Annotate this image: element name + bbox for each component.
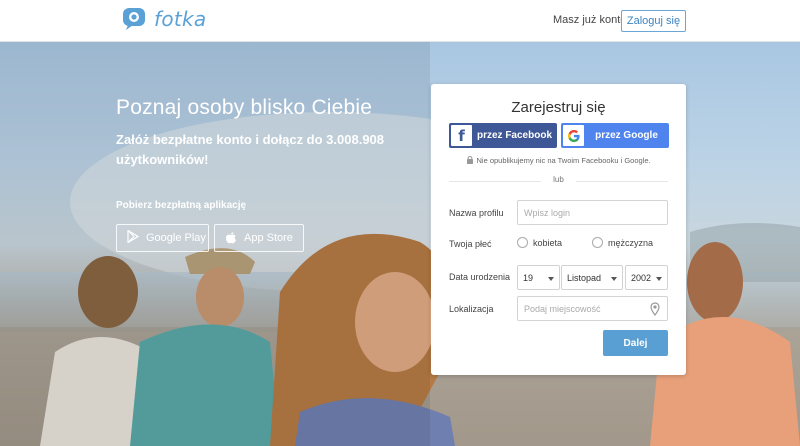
radio-circle[interactable] [517,237,528,248]
next-button[interactable]: Dalej [603,330,668,356]
hero-subtitle: Załóż bezpłatne konto i dołącz do 3.008.… [116,132,385,167]
gender-female-radio[interactable]: kobieta [517,237,562,248]
registration-title: Zarejestruj się [511,99,606,116]
privacy-note: Nie opublikujemy nic na Twoim Facebooku … [431,155,686,165]
google-register-button[interactable]: przez Google [561,123,669,148]
chevron-down-icon [656,277,662,281]
birth-year-value: 2002 [631,272,652,283]
gender-male-radio[interactable]: mężczyzna [592,237,653,248]
chevron-down-icon [548,277,554,281]
lock-icon [466,156,476,165]
or-label: lub [541,175,576,184]
app-store-button[interactable]: App Store [214,224,304,252]
gender-male-label: mężczyzna [608,237,654,248]
facebook-register-button[interactable]: f przez Facebook [449,123,557,148]
google-play-icon [127,229,140,246]
birth-year-select[interactable]: 2002 [625,265,668,290]
location-input[interactable]: Podaj miejscowość [517,296,668,321]
facebook-icon: f [451,125,472,146]
birth-month-value: Listopad [567,272,602,283]
apple-icon [225,230,237,247]
location-placeholder: Podaj miejscowość [524,303,601,314]
gender-label: Twoja płeć [449,239,492,249]
logo[interactable]: fotka [122,7,206,31]
birth-date-label: Data urodzenia [449,272,511,282]
top-bar: fotka Masz już konto? Zaloguj się [0,0,800,42]
app-download-label: Pobierz bezpłatną aplikację [116,200,247,211]
logo-text: fotka [154,7,207,31]
facebook-button-label: przez Facebook [476,130,553,141]
profile-name-input[interactable]: Wpisz login [517,200,668,225]
login-button[interactable]: Zaloguj się [621,10,686,32]
fotka-logo-icon [122,7,148,31]
hero-section: Poznaj osoby blisko Ciebie Załóż bezpłat… [0,42,800,446]
app-store-label: App Store [244,232,293,244]
hero-title: Poznaj osoby blisko Ciebie [116,96,373,119]
privacy-note-text: Nie opublikujemy nic na Twoim Facebooku … [476,156,651,165]
birth-day-select[interactable]: 19 [517,265,560,290]
radio-circle[interactable] [592,237,603,248]
registration-card: Zarejestruj się f przez Facebook przez G… [431,84,686,375]
location-pin-icon[interactable] [650,302,660,318]
profile-name-label: Nazwa profilu [449,208,504,218]
birth-day-value: 19 [523,272,534,283]
location-label: Lokalizacja [449,304,494,314]
gender-female-label: kobieta [533,237,563,248]
google-play-button[interactable]: Google Play [116,224,209,252]
chevron-down-icon [611,277,617,281]
birth-month-select[interactable]: Listopad [561,265,623,290]
google-icon [563,125,584,146]
google-play-label: Google Play [146,232,206,244]
google-button-label: przez Google [595,130,658,141]
